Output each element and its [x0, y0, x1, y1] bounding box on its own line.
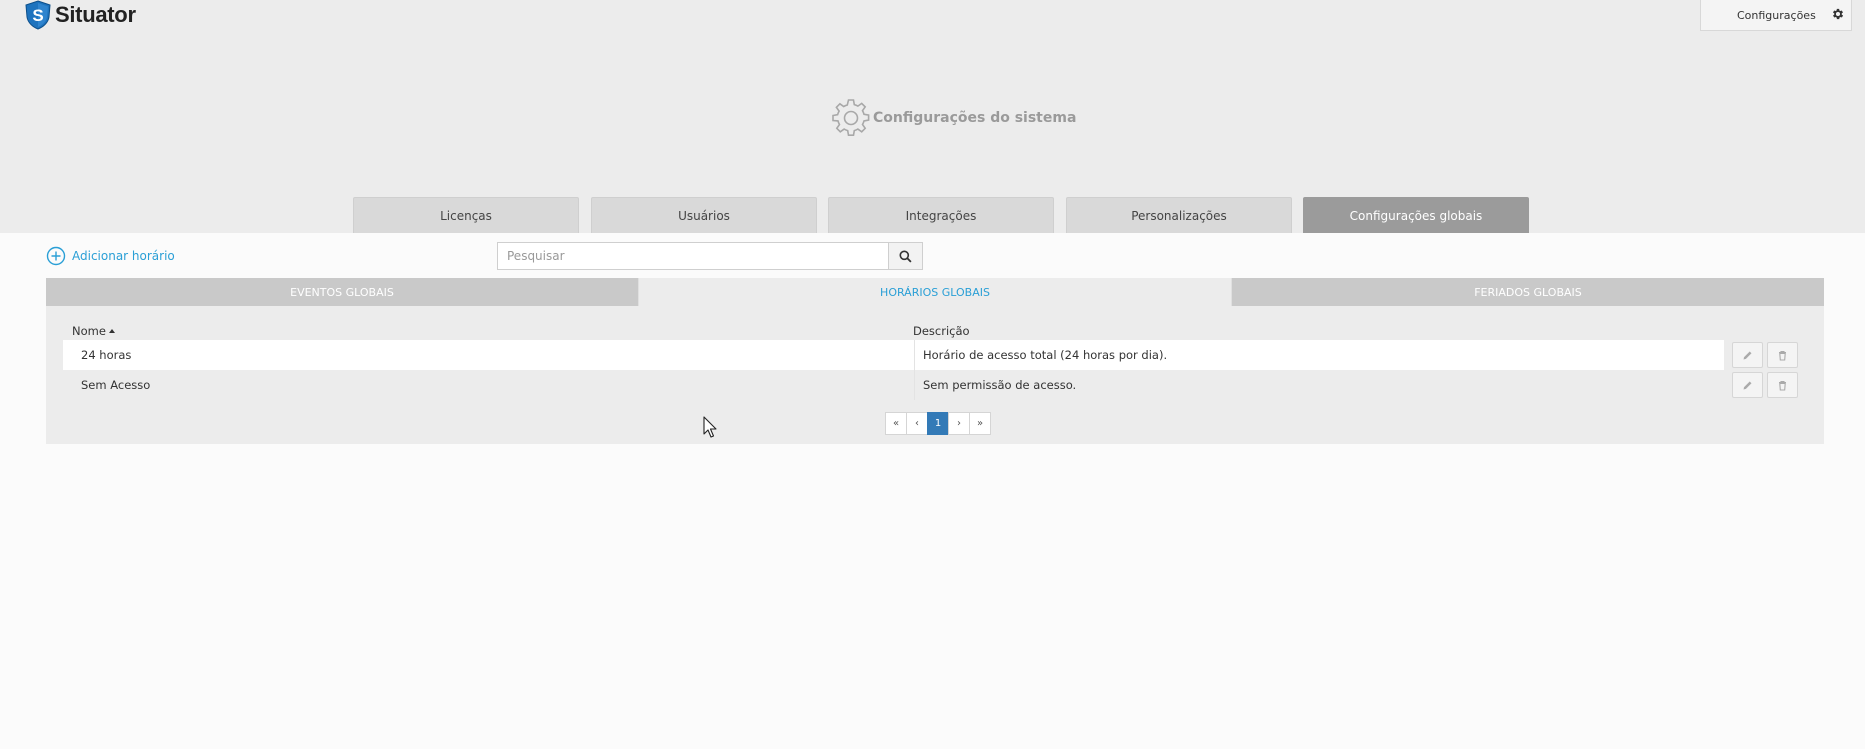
prev-page-button[interactable]: ‹: [906, 412, 928, 435]
tab-label: Configurações globais: [1349, 208, 1483, 223]
trash-icon: [1779, 350, 1786, 361]
tab-personalizacoes[interactable]: Personalizações: [1066, 197, 1292, 233]
add-schedule-label: Adicionar horário: [72, 249, 175, 263]
last-page-button[interactable]: »: [969, 412, 991, 435]
column-divider: [914, 370, 915, 400]
svg-text:S: S: [32, 6, 43, 25]
subtab-horarios-globais[interactable]: HORÁRIOS GLOBAIS: [639, 278, 1232, 306]
subtab-eventos-globais[interactable]: EVENTOS GLOBAIS: [46, 278, 639, 306]
subtab-label: FERIADOS GLOBAIS: [1474, 285, 1582, 299]
tab-label: Licenças: [440, 208, 492, 223]
edit-button[interactable]: [1732, 372, 1763, 398]
plus-circle-icon: [46, 246, 66, 266]
search-bar: [497, 242, 923, 270]
tab-label: Usuários: [678, 208, 730, 223]
first-page-button[interactable]: «: [885, 412, 907, 435]
subtab-feriados-globais[interactable]: FERIADOS GLOBAIS: [1232, 278, 1824, 306]
gear-icon: [1832, 8, 1844, 20]
search-icon: [899, 250, 912, 263]
tab-label: Integrações: [905, 208, 977, 223]
column-header-name[interactable]: Nome: [72, 324, 115, 338]
delete-button[interactable]: [1767, 372, 1798, 398]
add-schedule-button[interactable]: Adicionar horário: [46, 246, 175, 266]
sort-asc-icon: [108, 329, 115, 333]
search-input[interactable]: [497, 242, 888, 270]
top-bar: S Situator Configurações: [0, 0, 1865, 34]
trash-icon: [1779, 380, 1786, 391]
shield-logo-icon: S: [25, 0, 51, 30]
app-logo[interactable]: S Situator: [24, 0, 136, 30]
table-row[interactable]: 24 horas Horário de acesso total (24 hor…: [63, 340, 1801, 370]
subtab-label: EVENTOS GLOBAIS: [290, 285, 394, 299]
gear-icon: [832, 99, 870, 136]
delete-button[interactable]: [1767, 342, 1798, 368]
column-header-label: Nome: [72, 324, 106, 338]
pencil-icon: [1743, 351, 1752, 359]
configurations-label: Configurações: [1737, 9, 1816, 22]
configurations-button[interactable]: Configurações: [1700, 0, 1852, 31]
edit-button[interactable]: [1732, 342, 1763, 368]
cell-description: Sem permissão de acesso.: [923, 378, 1077, 392]
mouse-cursor-icon: [703, 416, 717, 438]
tab-usuarios[interactable]: Usuários: [591, 197, 817, 233]
tab-integracoes[interactable]: Integrações: [828, 197, 1054, 233]
cell-name: Sem Acesso: [81, 378, 151, 392]
cell-description: Horário de acesso total (24 horas por di…: [923, 348, 1168, 362]
tab-licencas[interactable]: Licenças: [353, 197, 579, 233]
column-header-label: Descrição: [913, 324, 970, 338]
brand-name: Situator: [55, 2, 136, 27]
next-page-button[interactable]: ›: [948, 412, 970, 435]
tab-configuracoes-globais[interactable]: Configurações globais: [1303, 197, 1529, 233]
schedules-table-panel: Nome Descrição 24 horas Horário de acess…: [46, 306, 1824, 444]
column-divider: [914, 340, 915, 370]
pagination: « ‹ 1 › »: [885, 412, 991, 435]
page-title: Configurações do sistema: [830, 97, 1076, 139]
page-button-current[interactable]: 1: [927, 412, 949, 435]
sub-tabs: EVENTOS GLOBAIS HORÁRIOS GLOBAIS FERIADO…: [46, 278, 1824, 306]
tab-label: Personalizações: [1131, 208, 1227, 223]
subtab-label: HORÁRIOS GLOBAIS: [880, 285, 990, 299]
pencil-icon: [1743, 381, 1752, 389]
column-header-description[interactable]: Descrição: [913, 324, 970, 338]
cell-name: 24 horas: [81, 348, 132, 362]
table-row[interactable]: Sem Acesso Sem permissão de acesso.: [63, 370, 1801, 400]
page-title-text: Configurações do sistema: [873, 110, 1077, 126]
search-button[interactable]: [888, 242, 923, 270]
